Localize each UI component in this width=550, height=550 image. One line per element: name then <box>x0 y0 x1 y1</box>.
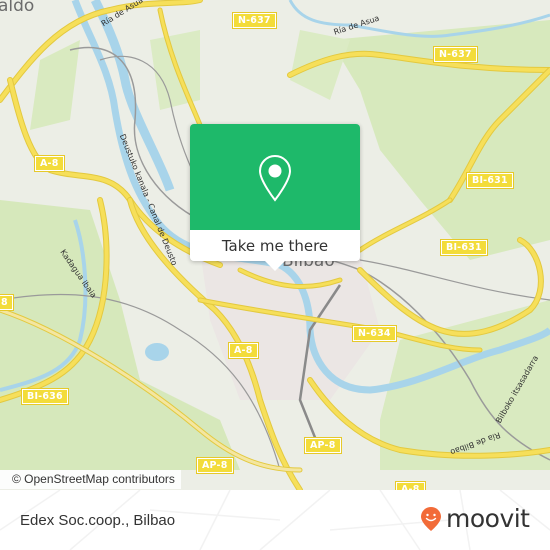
place-title: Edex Soc.coop., Bilbao <box>20 512 176 529</box>
road <box>358 198 452 252</box>
place-label-top-left: aldo <box>0 0 35 16</box>
brand-name: moovit <box>446 504 530 533</box>
popup-header <box>190 124 360 230</box>
lake <box>145 343 169 361</box>
road-shield-n637: N-637 <box>232 12 277 29</box>
road-shield-n637: N-637 <box>433 46 478 63</box>
map-pin-icon <box>258 154 292 202</box>
road-shield-ap8: AP-8 <box>196 457 234 474</box>
road-shield-n634: N-634 <box>352 325 397 342</box>
take-me-there-button[interactable]: Take me there <box>190 230 360 261</box>
moovit-logo[interactable]: moovit <box>420 506 530 532</box>
map-attribution: © OpenStreetMap contributors <box>0 470 181 489</box>
location-popup: Take me there <box>190 124 360 271</box>
footer: Edex Soc.coop., Bilbao moovit <box>0 490 550 550</box>
road-shield-bi631: BI-631 <box>466 172 514 189</box>
road-shield-a8: A-8 <box>34 155 65 172</box>
road-shield-a8: 8 <box>0 294 14 311</box>
moovit-pin-icon <box>421 507 441 531</box>
road-shield-bi631: BI-631 <box>440 239 488 256</box>
road-shield-ap8: AP-8 <box>304 437 342 454</box>
popup-arrow <box>265 261 285 271</box>
road-shield-a8: A-8 <box>228 342 259 359</box>
road-shield-bi636: BI-636 <box>21 388 69 405</box>
road-shield-a8: A-8 <box>395 481 426 490</box>
